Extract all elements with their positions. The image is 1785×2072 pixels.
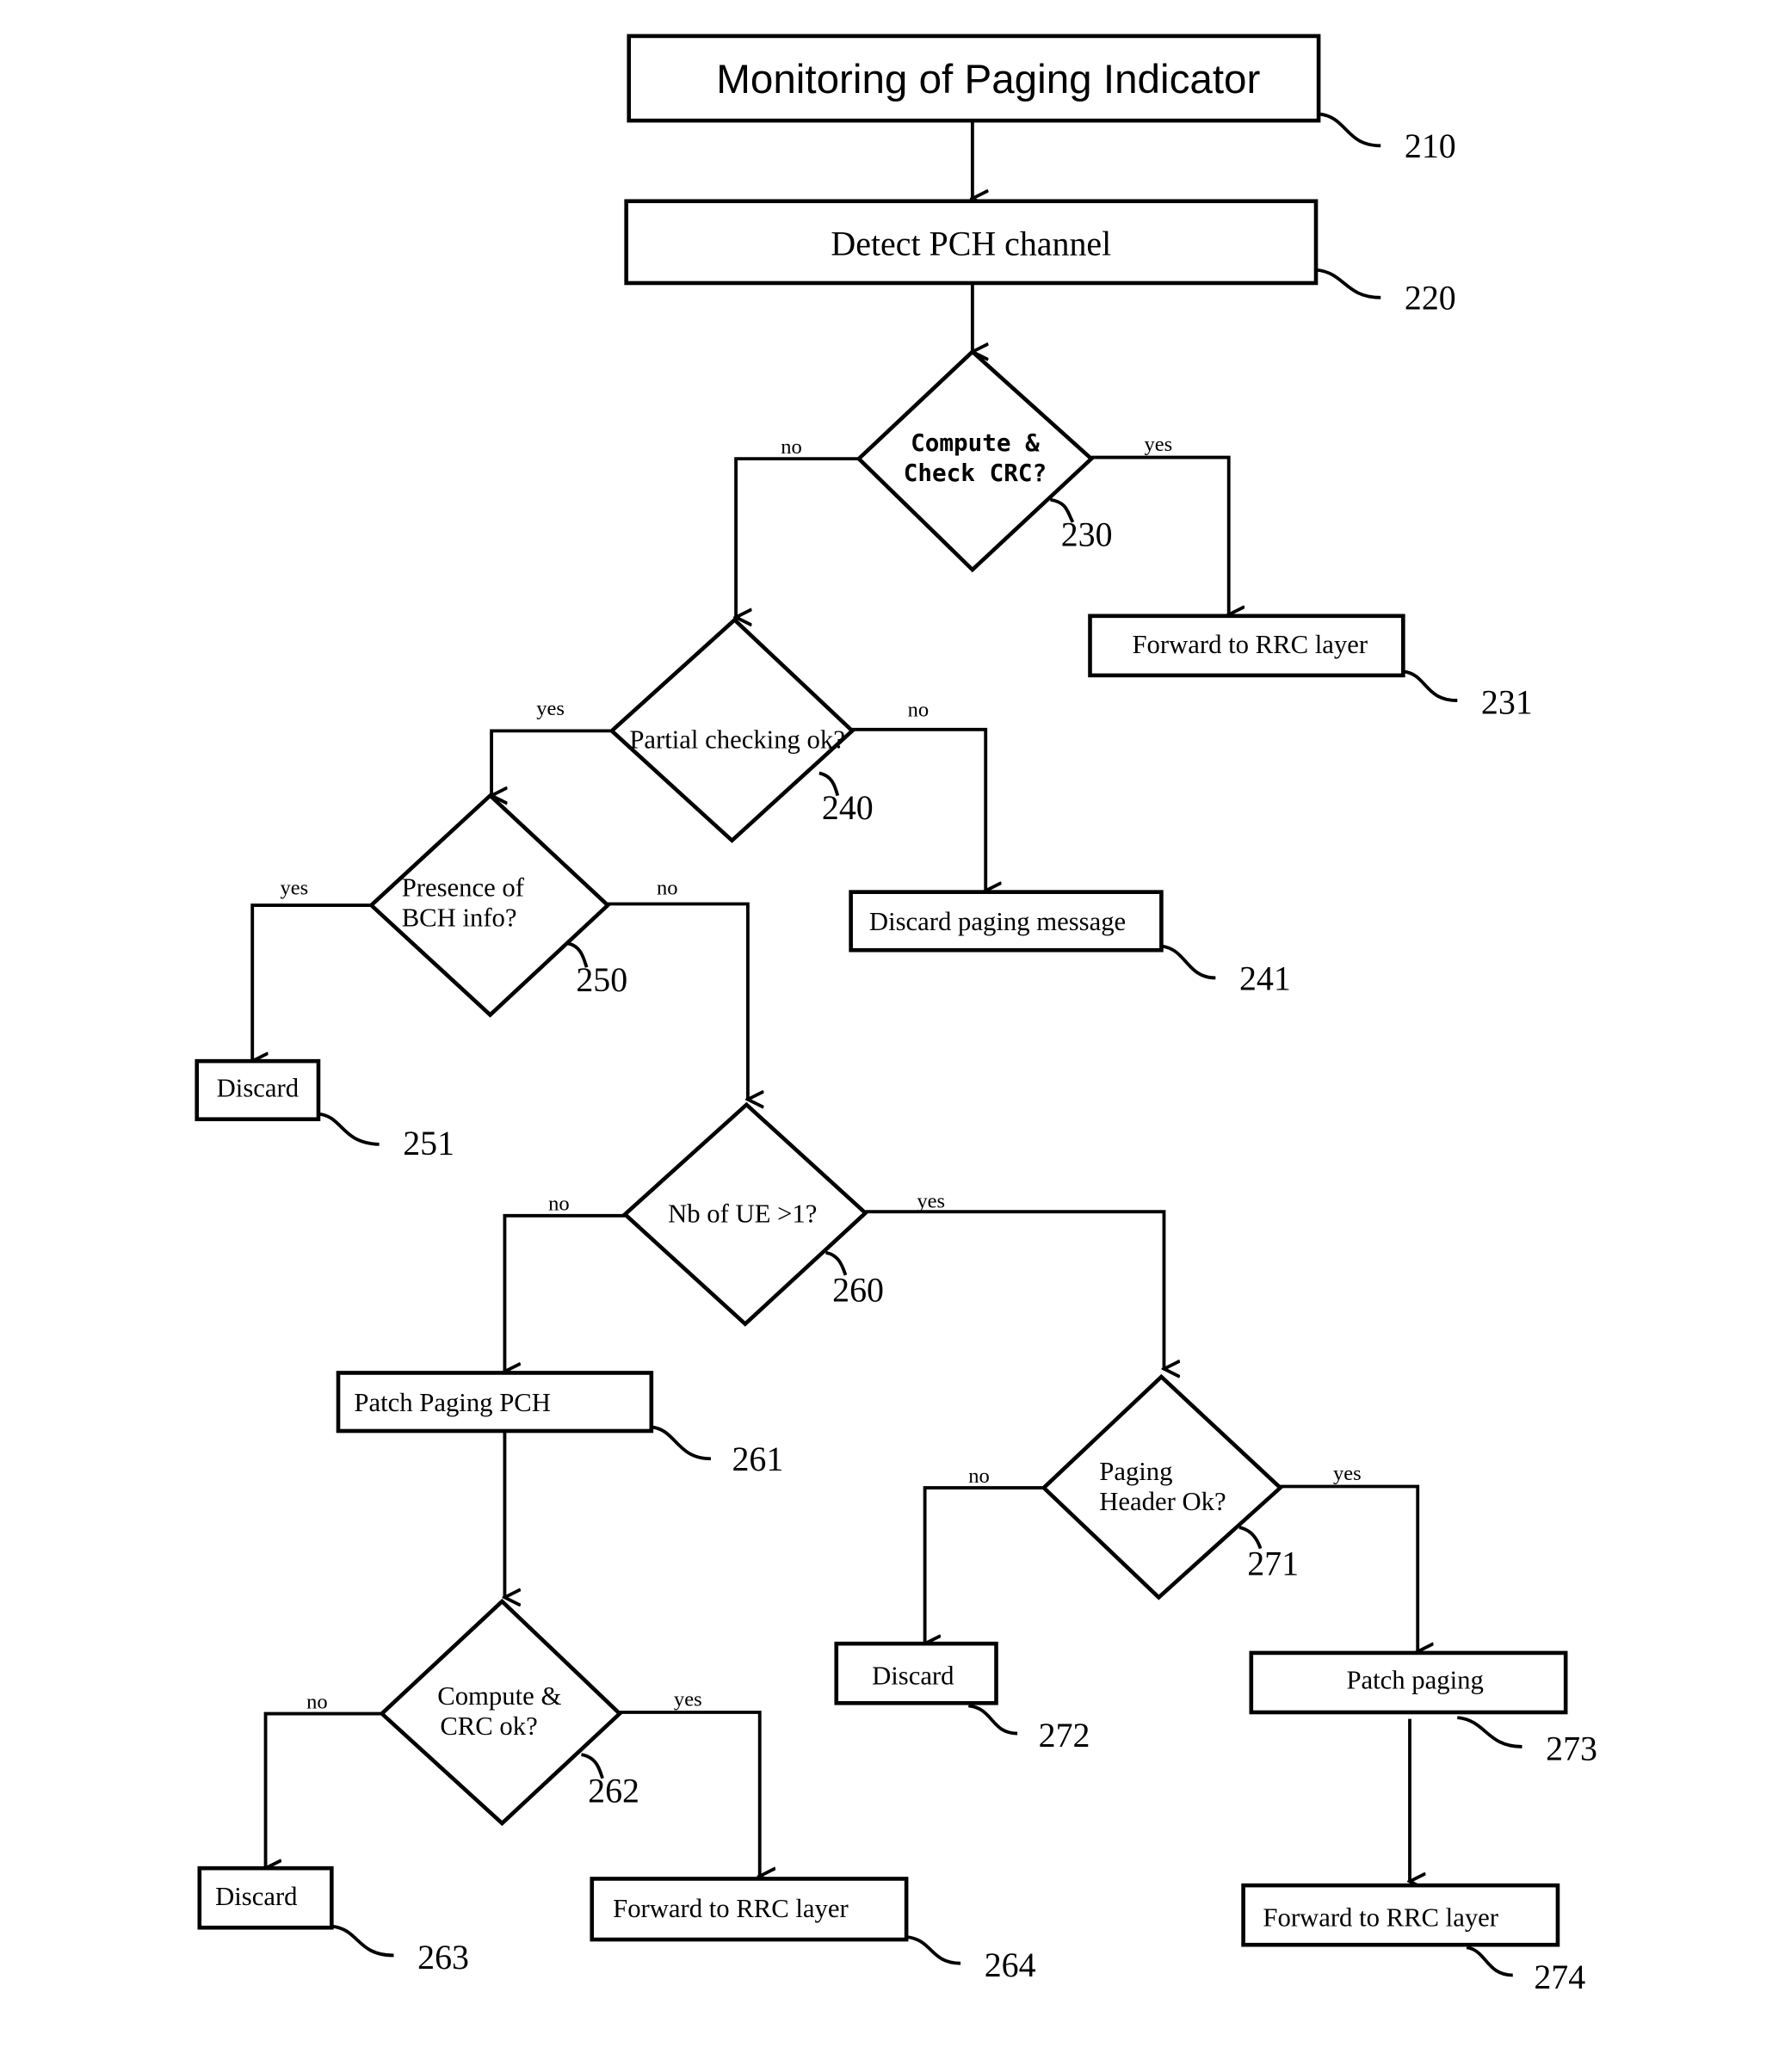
ref-230: 230 [1061, 515, 1113, 553]
decision-271: Paging Header Ok? 271 [1041, 1373, 1299, 1600]
ref-273: 273 [1546, 1729, 1597, 1767]
label-271-no: no [968, 1465, 990, 1488]
node-264: Forward to RRC layer 264 [590, 1877, 1036, 1984]
ref-220: 220 [1405, 279, 1456, 318]
label-250-yes: yes [280, 877, 308, 900]
ref-263: 263 [417, 1938, 469, 1976]
node-273-text: Patch paging [1346, 1665, 1483, 1694]
node-231: Forward to RRC layer 231 [1088, 614, 1533, 721]
node-241: Discard paging message 241 [849, 890, 1291, 997]
label-240-no: no [908, 698, 930, 721]
node-261-text: Patch Paging PCH [354, 1388, 550, 1417]
ref-274: 274 [1534, 1958, 1585, 1996]
decision-262-line2: CRC ok? [440, 1711, 537, 1741]
decision-240-text: Partial checking ok? [629, 725, 845, 754]
node-210-text: Monitoring of Paging Indicator [716, 57, 1260, 102]
arrow-240-yes [491, 729, 612, 795]
node-210: Monitoring of Paging Indicator 210 [627, 34, 1456, 165]
label-262-yes: yes [674, 1687, 702, 1711]
decision-230-line2: Check CRC? [904, 459, 1047, 487]
node-251-text: Discard [217, 1074, 299, 1103]
node-272-text: Discard [872, 1662, 954, 1691]
ref-271: 271 [1247, 1544, 1299, 1582]
node-231-text: Forward to RRC layer [1132, 630, 1368, 659]
node-251: Discard 251 [195, 1058, 454, 1162]
ref-241: 241 [1239, 959, 1291, 997]
arrow-260-no [504, 1213, 626, 1372]
node-272: Discard 272 [834, 1641, 1090, 1754]
node-263: Discard 263 [197, 1865, 469, 1976]
node-261: Patch Paging PCH 261 [336, 1371, 783, 1478]
arrow-262-no [266, 1711, 382, 1869]
label-271-yes: yes [1333, 1462, 1362, 1485]
decision-240: Partial checking ok? 240 [608, 617, 874, 843]
label-262-no: no [306, 1690, 328, 1713]
label-250-no: no [657, 877, 678, 900]
node-274: Forward to RRC layer 274 [1241, 1883, 1585, 1996]
ref-240: 240 [822, 788, 874, 827]
ref-210: 210 [1405, 126, 1456, 165]
ref-231: 231 [1481, 682, 1533, 721]
arrow-260-yes [865, 1210, 1164, 1369]
node-274-text: Forward to RRC layer [1263, 1903, 1498, 1933]
arrow-250-no [608, 902, 748, 1099]
ref-264: 264 [985, 1946, 1036, 1984]
arrow-262-yes [619, 1711, 760, 1876]
decision-262-line1: Compute & [437, 1681, 561, 1711]
node-220: Detect PCH channel 220 [624, 199, 1456, 318]
decision-262: Compute & CRC ok? 262 [379, 1598, 639, 1827]
node-241-text: Discard paging message [869, 907, 1126, 936]
arrow-271-no [925, 1486, 1044, 1643]
arrow-250-yes [252, 903, 372, 1061]
node-220-text: Detect PCH channel [831, 225, 1111, 263]
flowchart: Monitoring of Paging Indicator 210 Detec… [195, 34, 1597, 1996]
label-240-yes: yes [536, 697, 565, 720]
ref-261: 261 [732, 1440, 783, 1478]
decision-230: Compute & Check CRC? 230 [855, 348, 1113, 573]
decision-260-text: Nb of UE >1? [668, 1199, 817, 1228]
node-264-text: Forward to RRC layer [613, 1894, 849, 1923]
node-273: Patch paging 273 [1249, 1650, 1597, 1767]
node-263-text: Discard [215, 1882, 297, 1911]
label-230-yes: yes [1144, 433, 1172, 456]
ref-251: 251 [403, 1124, 454, 1162]
decision-250-line2: BCH info? [402, 903, 517, 933]
decision-250-line1: Presence of [402, 873, 525, 902]
ref-262: 262 [588, 1771, 639, 1810]
ref-260: 260 [832, 1271, 884, 1310]
label-260-no: no [548, 1193, 570, 1216]
decision-271-line2: Header Ok? [1099, 1487, 1226, 1516]
arrow-271-yes [1280, 1484, 1418, 1651]
arrow-230-no [736, 457, 859, 617]
label-260-yes: yes [917, 1190, 945, 1213]
decision-271-line1: Paging [1099, 1457, 1172, 1486]
decision-260: Nb of UE >1? 260 [621, 1101, 884, 1327]
ref-272: 272 [1039, 1716, 1090, 1754]
ref-250: 250 [576, 960, 627, 999]
decision-250: Presence of BCH info? 250 [368, 792, 627, 1018]
decision-230-line1: Compute & [911, 429, 1040, 457]
label-230-no: no [781, 435, 802, 459]
